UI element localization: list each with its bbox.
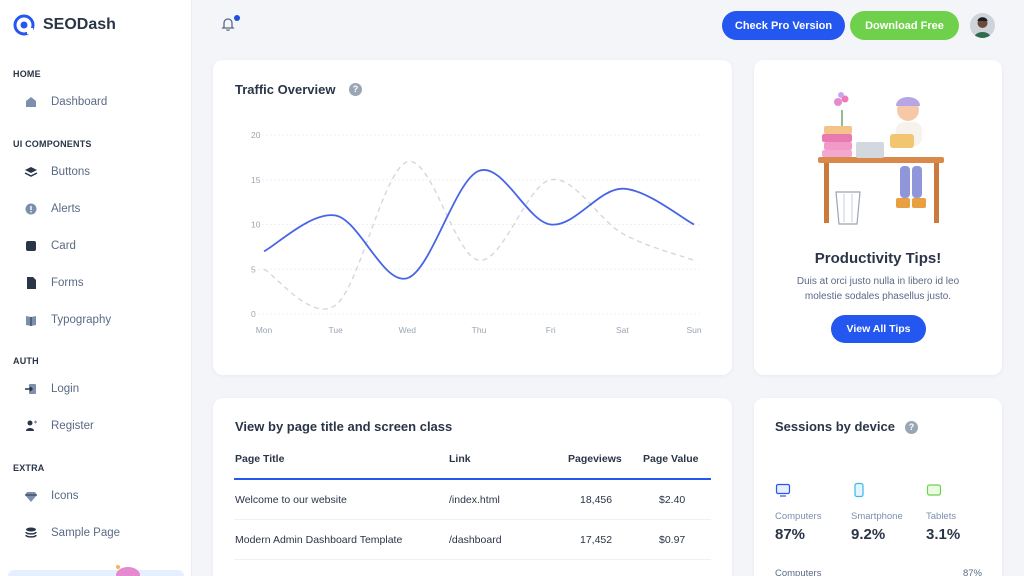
sidebar-item-alerts[interactable]: Alerts <box>24 198 80 220</box>
cell-link[interactable]: /dashboard <box>449 534 502 546</box>
table-header-page-value: Page Value <box>643 453 699 465</box>
sidebar-item-icons[interactable]: Icons <box>24 485 79 507</box>
brand-name: SEODash <box>43 16 116 33</box>
device-tablets: Tablets 3.1% <box>926 482 960 543</box>
book-icon <box>26 316 36 326</box>
help-icon[interactable]: ? <box>905 421 918 434</box>
cell-page-value: $0.97 <box>659 534 686 546</box>
sessions-title: Sessions by device <box>775 419 895 434</box>
tips-text: Duis at orci justo nulla in libero id le… <box>796 276 960 302</box>
tablet-icon <box>926 484 942 496</box>
nav-section-home: HOME <box>13 69 41 79</box>
avatar[interactable] <box>970 13 995 38</box>
sidebar-item-label: Card <box>51 240 76 252</box>
cell-pageviews: 17,452 <box>580 534 613 546</box>
sidebar-item-label: Sample Page <box>51 527 121 539</box>
sidebar-item-label: Buttons <box>51 166 90 178</box>
stack-icon <box>25 527 37 538</box>
device-label: Computers <box>775 511 822 522</box>
traffic-chart: 0 5 10 15 20 Mon Tue Wed Thu Fri Sat Sun <box>251 130 702 335</box>
progress-value: 87% <box>962 568 982 576</box>
device-value: 87% <box>775 526 806 543</box>
table-row[interactable]: Welcome to our website /index.html 18,45… <box>234 480 711 520</box>
sidebar-item-register[interactable]: Register <box>24 415 94 437</box>
table-header-link: Link <box>449 453 471 465</box>
series-line-secondary <box>263 161 695 310</box>
cell-link[interactable]: /index.html <box>449 494 500 506</box>
page-title-table-card: View by page title and screen class Page… <box>213 398 732 576</box>
sidebar-item-dashboard[interactable]: Dashboard <box>24 91 107 113</box>
sidebar-item-label: Forms <box>51 277 84 289</box>
logo-icon <box>13 14 35 36</box>
progress-label: Computers <box>775 568 822 576</box>
sidebar-item-sample-page[interactable]: Sample Page <box>24 522 120 544</box>
y-tick-label: 20 <box>251 130 261 140</box>
monitor-icon <box>775 483 791 497</box>
sidebar-item-label: Typography <box>51 314 112 326</box>
sidebar-item-label: Login <box>51 383 80 395</box>
cell-page-title: Modern Admin Dashboard Template <box>235 534 403 546</box>
file-icon <box>27 277 36 289</box>
cell-page-title: Welcome to our website <box>235 494 347 506</box>
device-label: Tablets <box>926 511 957 522</box>
card-icon <box>26 241 36 251</box>
y-tick-label: 10 <box>251 220 261 230</box>
sidebar-item-label: Dashboard <box>51 96 108 108</box>
device-smartphone: Smartphone 9.2% <box>851 482 903 543</box>
nav-section-ui-components: UI COMPONENTS <box>13 139 92 149</box>
sidebar-item-label: Icons <box>51 490 79 502</box>
user-avatar-icon <box>970 13 995 38</box>
sessions-by-device-card: Sessions by device ? Computers 87% Smart… <box>754 398 1002 576</box>
device-value: 3.1% <box>926 526 961 543</box>
layers-icon <box>24 167 38 177</box>
view-all-tips-button[interactable]: View All Tips <box>831 315 926 343</box>
x-tick-label: Thu <box>472 325 487 335</box>
x-tick-label: Wed <box>399 325 417 335</box>
table-header-pageviews: Pageviews <box>568 453 622 465</box>
user-add-icon <box>26 420 37 431</box>
tips-title: Productivity Tips! <box>814 250 942 267</box>
table-header-page-title: Page Title <box>235 453 285 465</box>
sidebar: SEODash HOME Dashboard UI COMPONENTS But… <box>0 0 192 576</box>
device-value: 9.2% <box>851 526 886 543</box>
sidebar-item-buttons[interactable]: Buttons <box>24 161 90 183</box>
check-pro-button[interactable]: Check Pro Version <box>722 11 845 40</box>
x-tick-label: Mon <box>256 325 273 335</box>
device-label: Smartphone <box>851 511 903 522</box>
sidebar-item-login[interactable]: Login <box>24 378 79 400</box>
traffic-overview-card: Traffic Overview ? 0 5 10 15 20 Mon Tue Wed Thu F… <box>213 60 732 375</box>
cell-pageviews: 18,456 <box>580 494 613 506</box>
phone-icon <box>854 482 864 498</box>
dashboard-icon <box>26 97 36 107</box>
sidebar-item-label: Alerts <box>51 203 81 215</box>
notification-dot <box>234 15 240 21</box>
x-tick-label: Fri <box>546 325 556 335</box>
x-tick-label: Sat <box>616 325 629 335</box>
nav-section-extra: EXTRA <box>13 463 45 473</box>
sidebar-item-typography[interactable]: Typography <box>24 309 111 331</box>
login-icon <box>25 384 36 394</box>
sidebar-item-label: Register <box>51 420 94 432</box>
nav-section-auth: AUTH <box>13 356 39 366</box>
productivity-tips-card: Productivity Tips! Duis at orci justo nu… <box>754 60 1002 375</box>
table-title: View by page title and screen class <box>235 419 453 434</box>
table-row[interactable]: Modern Admin Dashboard Template /dashboa… <box>234 520 711 560</box>
desk-illustration <box>818 92 944 225</box>
sidebar-item-forms[interactable]: Forms <box>24 272 84 294</box>
sidebar-item-card[interactable]: Card <box>24 235 76 257</box>
download-free-button[interactable]: Download Free <box>850 11 959 40</box>
alert-icon <box>25 203 37 215</box>
gem-icon <box>25 492 37 502</box>
x-tick-label: Sun <box>686 325 701 335</box>
y-tick-label: 5 <box>251 264 256 274</box>
y-tick-label: 15 <box>251 175 261 185</box>
x-tick-label: Tue <box>328 325 343 335</box>
promo-illustration <box>116 565 140 576</box>
sidebar-promo <box>8 570 184 576</box>
brand[interactable]: SEODash <box>12 13 116 37</box>
cell-page-value: $2.40 <box>659 494 686 506</box>
y-tick-label: 0 <box>251 309 256 319</box>
device-computers: Computers 87% <box>775 482 821 543</box>
